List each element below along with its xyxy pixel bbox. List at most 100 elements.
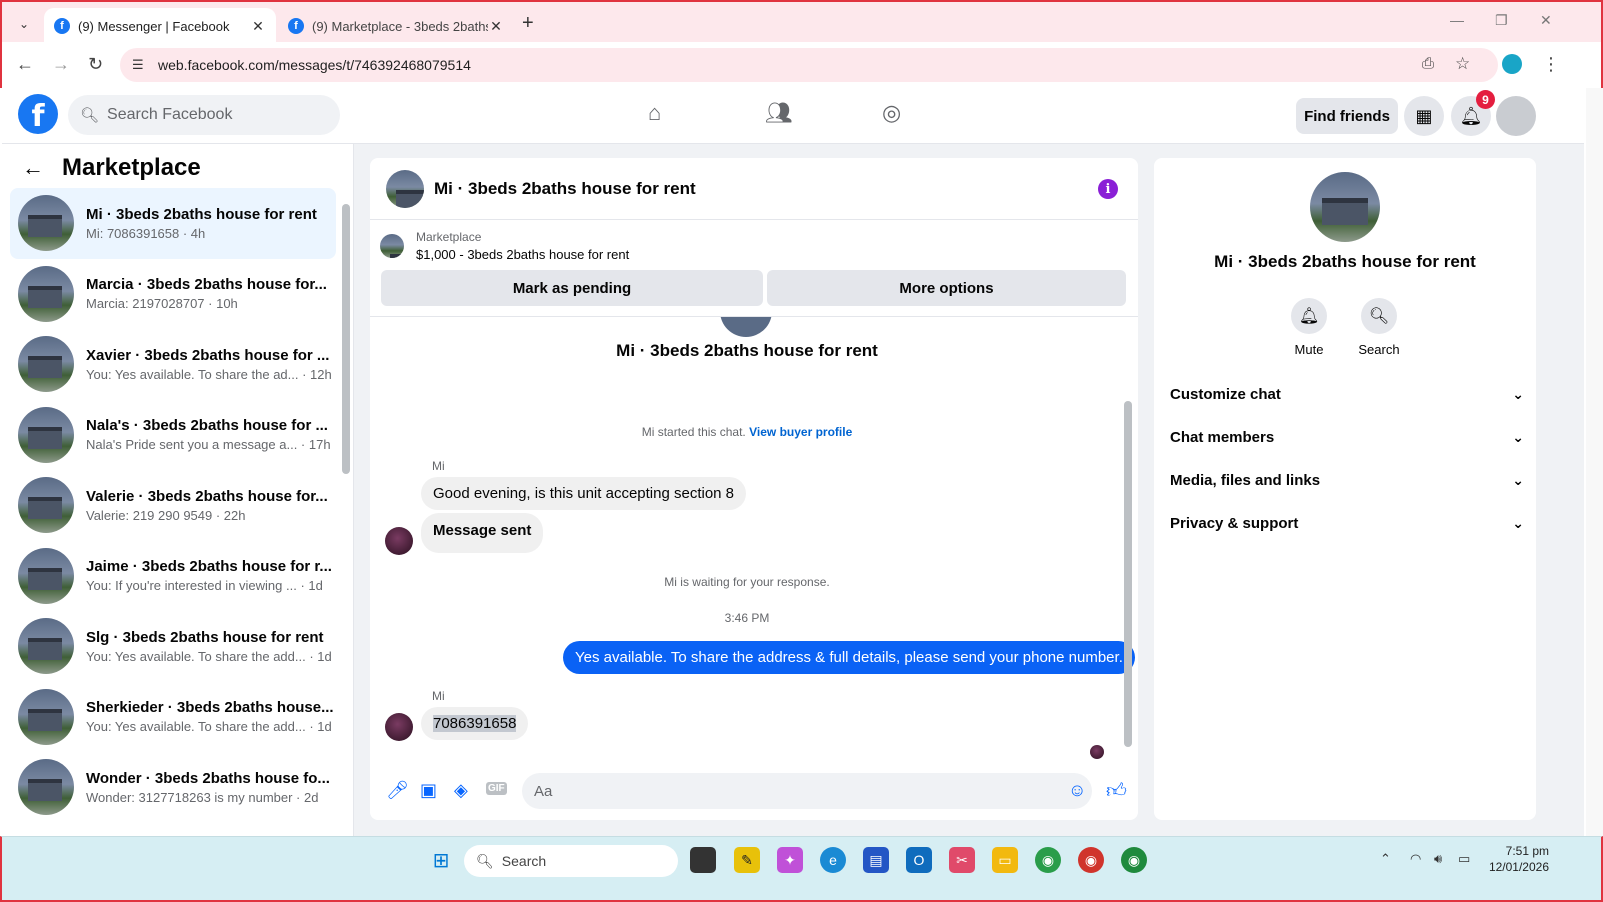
address-bar[interactable]: web.facebook.com/messages/t/746392468079… — [120, 48, 1498, 82]
waiting-notice: Mi is waiting for your response. — [664, 575, 830, 589]
new-tab-button[interactable]: + — [522, 12, 534, 35]
listing-thumbnail — [380, 234, 404, 258]
reload-icon[interactable]: ↻ — [88, 54, 103, 75]
browser-menu-icon[interactable]: ⋮ — [1542, 54, 1560, 75]
conversation-item[interactable]: Wonder · 3beds 2baths house fo... Wonder:… — [10, 752, 336, 823]
find-friends-button[interactable]: Find friends — [1296, 98, 1398, 134]
chrome-profile-icon[interactable]: ◉ — [1078, 847, 1104, 873]
volume-icon[interactable]: 🔊︎ — [1434, 851, 1442, 867]
tab-marketplace[interactable]: f (9) Marketplace - 3beds 2baths ✕ — [278, 8, 514, 44]
file-explorer-icon[interactable]: ▭ — [992, 847, 1018, 873]
incoming-message[interactable]: Message sent — [421, 513, 544, 553]
chrome-profile-icon[interactable]: ◉ — [1121, 847, 1147, 873]
conversation-item[interactable]: Sherkieder · 3beds 2baths house... You: Y… — [10, 682, 336, 753]
sender-avatar[interactable] — [385, 713, 413, 741]
restore-icon[interactable]: ❐ — [1495, 12, 1508, 29]
notes-app-icon[interactable]: ✎ — [734, 847, 760, 873]
conversation-item[interactable]: Mi · 3beds 2baths house for rent Mi: 7086… — [10, 188, 336, 259]
conversation-item[interactable]: Marcia · 3beds 2baths house for... Marcia… — [10, 259, 336, 330]
sidebar-scrollbar[interactable] — [342, 204, 350, 474]
conversation-name: Valerie · 3beds 2baths house for... — [86, 487, 328, 505]
marketplace-sidebar: ← Marketplace Mi · 3beds 2baths house fo… — [2, 144, 354, 836]
windows-start-icon[interactable]: ⊞ — [428, 847, 454, 873]
outlook-icon[interactable]: O — [906, 847, 932, 873]
listing-thumbnail — [18, 547, 74, 604]
page-scrollbar[interactable] — [1586, 88, 1603, 836]
chat-avatar[interactable] — [386, 169, 424, 208]
back-arrow-icon[interactable]: ← — [22, 155, 44, 181]
listing-thumbnail — [18, 195, 74, 252]
snipping-tool-icon[interactable]: ✂ — [949, 847, 975, 873]
mute-button[interactable]: 🔔︎ Mute — [1274, 298, 1344, 357]
conversation-item[interactable]: Nala's · 3beds 2baths house for ... Nala'… — [10, 400, 336, 471]
conversation-item[interactable]: Jaime · 3beds 2baths house for r... You: … — [10, 541, 336, 612]
tab-messenger[interactable]: f (9) Messenger | Facebook ✕ — [44, 8, 276, 44]
message-input[interactable]: Aa — [522, 773, 1092, 809]
emoji-icon[interactable]: ☺ — [1068, 780, 1086, 801]
conversation-preview: Valerie: 219 290 9549 · 22h — [86, 507, 246, 523]
info-icon[interactable]: i — [1098, 179, 1118, 199]
section-label: Privacy & support — [1170, 515, 1299, 532]
store-icon[interactable]: ▤ — [863, 847, 889, 873]
chevron-down-icon: ⌄ — [1512, 386, 1524, 402]
tab-search-chevron-icon[interactable]: ⌄ — [12, 12, 36, 36]
sticker-icon[interactable]: ◈ — [454, 780, 468, 801]
chrome-icon[interactable]: ◉ — [1035, 847, 1061, 873]
more-options-button[interactable]: More options — [767, 270, 1126, 306]
gif-icon[interactable]: GIF — [486, 782, 507, 795]
minimize-icon[interactable]: — — [1450, 12, 1464, 28]
notification-badge: 9 — [1476, 90, 1495, 109]
tray-chevron-icon[interactable]: ⌃ — [1380, 851, 1391, 867]
menu-grid-icon[interactable]: ▦ — [1404, 96, 1444, 136]
chat-members-section[interactable]: Chat members ⌄ — [1170, 429, 1524, 446]
friends-icon[interactable]: 👥︎ — [765, 100, 793, 126]
conversation-item[interactable]: Valerie · 3beds 2baths house for... Valer… — [10, 470, 336, 541]
bookmark-star-icon[interactable]: ☆ — [1455, 54, 1470, 74]
listing-summary[interactable]: Marketplace $1,000 - 3beds 2baths house … — [380, 230, 629, 262]
windows-taskbar: ⊞ 🔍︎ Search ✎ ✦ e ▤ O ✂ ▭ ◉ ◉ ◉ ⌃ ◠ 🔊︎ ▭… — [0, 836, 1603, 902]
close-tab-icon[interactable]: ✕ — [250, 18, 266, 35]
conversation-item[interactable]: Slg · 3beds 2baths house for rent You: Ye… — [10, 611, 336, 682]
incoming-message[interactable]: 7086391658 — [421, 707, 529, 740]
sender-avatar[interactable] — [385, 527, 413, 555]
sender-name: Mi — [432, 459, 445, 473]
groups-icon[interactable]: ◎ — [882, 100, 901, 126]
close-tab-icon[interactable]: ✕ — [488, 18, 504, 35]
chat-title[interactable]: Mi · 3beds 2baths house for rent — [434, 179, 696, 199]
privacy-support-section[interactable]: Privacy & support ⌄ — [1170, 515, 1524, 532]
taskbar-search[interactable]: 🔍︎ Search — [464, 845, 678, 877]
home-icon[interactable]: ⌂ — [648, 100, 661, 126]
incoming-message[interactable]: Good evening, is this unit accepting sec… — [421, 477, 747, 510]
outgoing-message[interactable]: Yes available. To share the address & fu… — [563, 641, 1135, 674]
facebook-logo-icon[interactable]: f — [18, 94, 58, 134]
forward-arrow-icon[interactable]: → — [52, 54, 70, 75]
customize-chat-section[interactable]: Customize chat ⌄ — [1170, 386, 1524, 403]
conversation-preview: You: If you're interested in viewing ...… — [86, 578, 323, 594]
task-view-icon[interactable] — [690, 847, 716, 873]
battery-icon[interactable]: ▭ — [1458, 851, 1470, 867]
profile-avatar-icon[interactable] — [1502, 54, 1522, 74]
media-files-links-section[interactable]: Media, files and links ⌄ — [1170, 472, 1524, 489]
view-buyer-profile-link[interactable]: View buyer profile — [749, 425, 852, 439]
site-settings-icon[interactable]: ☰ — [132, 57, 144, 73]
thumbs-up-icon[interactable]: 👍︎ — [1106, 779, 1127, 803]
wifi-icon[interactable]: ◠ — [1410, 851, 1421, 867]
back-arrow-icon[interactable]: ← — [16, 54, 34, 75]
thread-scrollbar[interactable] — [1124, 401, 1132, 747]
conversation-avatar[interactable] — [1310, 172, 1380, 242]
conversation-name: Slg · 3beds 2baths house for rent — [86, 628, 324, 646]
install-app-icon[interactable]: ⎙ — [1422, 55, 1434, 72]
account-avatar[interactable] — [1496, 96, 1536, 136]
facebook-search-input[interactable]: 🔍︎ Search Facebook — [68, 95, 340, 135]
search-icon: 🔍︎ — [1361, 298, 1397, 334]
copilot-icon[interactable]: ✦ — [777, 847, 803, 873]
taskbar-clock[interactable]: 7:51 pm 12/01/2026 — [1489, 843, 1549, 875]
messenger-page: ← Marketplace Mi · 3beds 2baths house fo… — [2, 144, 1584, 836]
window-close-icon[interactable]: ✕ — [1540, 12, 1552, 29]
search-button[interactable]: 🔍︎ Search — [1344, 298, 1414, 357]
photo-icon[interactable]: ▣ — [420, 780, 437, 801]
conversation-item[interactable]: Xavier · 3beds 2baths house for ... You: … — [10, 329, 336, 400]
edge-browser-icon[interactable]: e — [820, 847, 846, 873]
microphone-icon[interactable]: 🎤︎ — [386, 780, 409, 801]
mark-as-pending-button[interactable]: Mark as pending — [381, 270, 763, 306]
